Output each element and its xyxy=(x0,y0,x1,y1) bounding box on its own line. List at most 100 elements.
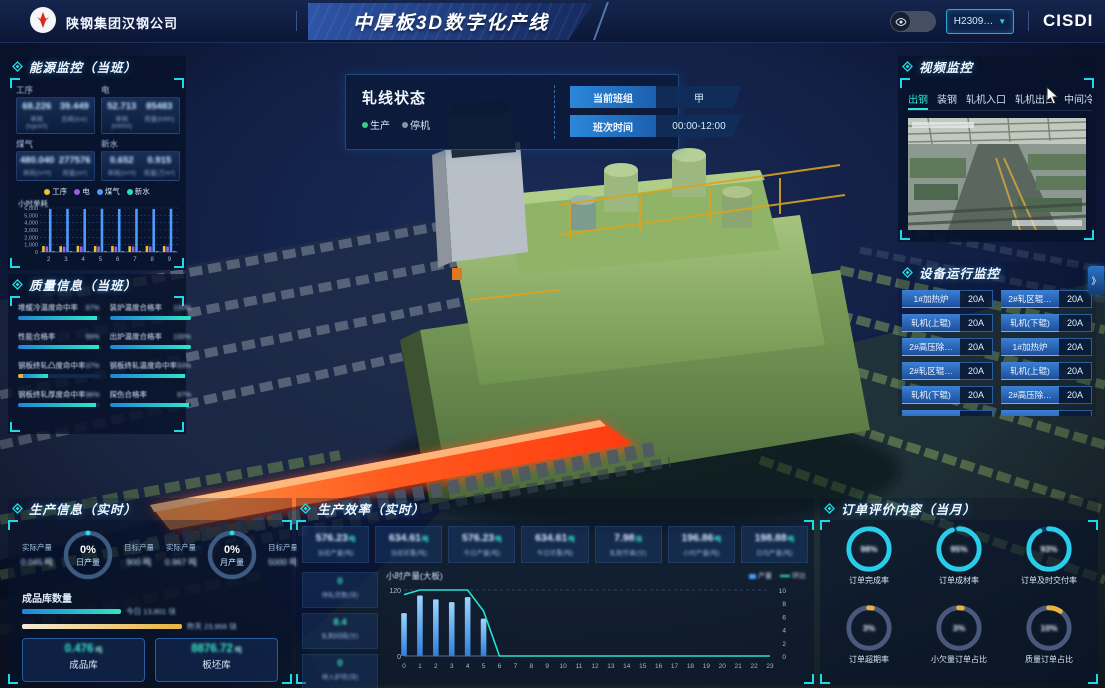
diamond-icon xyxy=(12,503,23,514)
metric-value: 52.713 xyxy=(105,101,139,112)
tile-number: 576.23 xyxy=(316,532,348,544)
svg-text:5: 5 xyxy=(482,663,486,670)
tile-value: 7.98块 xyxy=(597,532,660,544)
blue-square-icon xyxy=(749,574,756,579)
tile-unit: 吨 xyxy=(495,536,502,543)
legend-dot-icon xyxy=(74,189,80,195)
quadrant-name: 新水 xyxy=(101,138,180,150)
video-tab-3[interactable]: 轧机出口 xyxy=(1015,88,1055,110)
today-bar xyxy=(22,609,121,614)
quadrant-cell: 68.226单耗(kgce/t) xyxy=(20,101,54,130)
hourly-chart-legend: 产量 环比 xyxy=(749,571,806,581)
device-chip[interactable]: 轧机(上辊)20A xyxy=(1001,362,1092,380)
device-chip[interactable]: 2#轧区辊…20A xyxy=(902,362,993,380)
tile-label: 当班坯重(吨) xyxy=(377,547,440,557)
monthly-output-gauge: 实际产量0.967 吨 0% 月产量 目标产量5000 吨 xyxy=(160,528,304,582)
donut-value: 10% xyxy=(1006,623,1092,633)
device-chip[interactable]: 1#加热炉20A xyxy=(902,290,993,308)
device-chip-partial xyxy=(1001,410,1092,416)
legend-label: 电 xyxy=(82,186,90,197)
quality-metric-value: 97% xyxy=(86,305,100,312)
tile-unit: 吨 xyxy=(715,536,722,543)
device-chip[interactable]: 2#轧区辊…20A xyxy=(1001,290,1092,308)
svg-text:4: 4 xyxy=(81,257,85,263)
device-chip[interactable]: 2#高压除…20A xyxy=(902,338,993,356)
progress-fill xyxy=(110,403,189,407)
header-divider xyxy=(296,11,297,31)
device-panel-title: 设备运行监控 xyxy=(898,262,1096,282)
device-chip[interactable]: 2#高压除…20A xyxy=(1001,386,1092,404)
stock-bar-today: 今日 13,801 块 xyxy=(22,606,176,617)
donut-label: 小欠量订单占比 xyxy=(916,654,1002,665)
video-tab-0[interactable]: 出钢 xyxy=(908,88,928,110)
video-tab-4[interactable]: 中间冷 xyxy=(1064,88,1092,110)
tile-label: 待入炉坯(块) xyxy=(304,671,376,681)
donut-label: 订单完成率 xyxy=(826,575,912,586)
device-chip-grid: 1#加热炉20A 2#轧区辊…20A 轧机(上辊)20A 轧机(下辊)20A 2#高压除… xyxy=(902,290,1092,416)
quality-metric-label: 钢板终轧厚度命中率 xyxy=(18,389,86,400)
quality-metric-row: 装炉温度合格率100% xyxy=(110,302,192,313)
cctv-video-feed[interactable] xyxy=(908,118,1086,234)
device-chip-label: 2#高压除… xyxy=(1001,386,1059,404)
quality-metric-value: 93% xyxy=(177,363,191,370)
device-chip[interactable]: 轧机(下辊)20A xyxy=(1001,314,1092,332)
visibility-toggle[interactable] xyxy=(890,11,936,32)
tile-number: 196.86 xyxy=(681,532,713,544)
tile-value: 634.61吨 xyxy=(377,532,440,544)
panel-energy-monitor: 能源监控（当班） 工序68.226单耗(kgce/t)39.449总耗(tce)… xyxy=(8,56,186,270)
video-tab-2[interactable]: 轧机入口 xyxy=(966,88,1006,110)
production-gauges: 实际产量0.045 吨 0% 日产量 目标产量900 吨 实际产量0.967 吨… xyxy=(16,528,284,582)
orders-panel-title: 订单评价内容（当月） xyxy=(820,498,1098,518)
efficiency-tile: 198.88吨日均产量(吨) xyxy=(741,526,808,563)
efficiency-side-tile: 0 待入炉坯(块) xyxy=(302,654,378,688)
quality-metric: 探伤合格率97% xyxy=(110,389,192,407)
quadrant-name: 煤气 xyxy=(16,138,95,150)
svg-text:5: 5 xyxy=(99,257,103,263)
quadrant-card: 68.226单耗(kgce/t)39.449总耗(tce) xyxy=(16,97,95,134)
order-donut: 93%订单及时交付率 xyxy=(1006,524,1092,603)
video-tab-1[interactable]: 装钢 xyxy=(937,88,957,110)
today-bar-text: 今日 13,801 块 xyxy=(126,606,176,617)
svg-text:0: 0 xyxy=(397,654,401,661)
slab-stock-box: 8876.72吨 板坯库 xyxy=(155,638,278,682)
shift-team-badge: 当前班组甲 xyxy=(570,86,742,108)
progress-fill xyxy=(18,374,48,378)
quality-metric-value: 100% xyxy=(173,305,191,312)
quality-metric-label: 钢板终轧温度命中率 xyxy=(110,360,178,371)
svg-text:6,000: 6,000 xyxy=(24,206,38,212)
legend-output: 产量 xyxy=(749,571,772,581)
quality-metric: 钢板终轧厚度命中率96% xyxy=(18,389,100,407)
tile-number: 198.88 xyxy=(755,532,787,544)
efficiency-tile: 7.98块轧制节奏(分) xyxy=(595,526,662,563)
tile-unit: 吨 xyxy=(349,536,356,543)
device-chip[interactable]: 轧机(上辊)20A xyxy=(902,314,993,332)
heat-number-select[interactable]: H2309… ▼ xyxy=(946,9,1014,34)
metric-label: 用量(kWh) xyxy=(143,113,177,123)
device-chip-value: 20A xyxy=(1059,290,1092,308)
device-chip[interactable]: 轧机(下辊)20A xyxy=(902,386,993,404)
svg-text:2: 2 xyxy=(782,641,786,648)
legend-ratio: 环比 xyxy=(780,571,806,581)
panel-collapse-arrow[interactable]: 》 xyxy=(1088,266,1104,294)
chevron-down-icon: ▼ xyxy=(998,17,1006,26)
tile-value: 0 xyxy=(304,658,376,669)
title-slash-decor xyxy=(593,2,609,40)
energy-quadrant: 工序68.226单耗(kgce/t)39.449总耗(tce) xyxy=(16,84,95,134)
svg-text:20: 20 xyxy=(719,663,727,670)
svg-text:2: 2 xyxy=(434,663,438,670)
progress-fill xyxy=(110,345,192,349)
title-plate: 中厚板3D数字化产线 xyxy=(308,3,594,40)
stock-boxes: 0.476吨 成品库 8876.72吨 板坯库 xyxy=(22,638,278,682)
svg-text:1: 1 xyxy=(418,663,422,670)
svg-text:10: 10 xyxy=(779,588,787,595)
stock-bar-yesterday: 昨天 23,956 块 xyxy=(22,621,237,632)
svg-text:7: 7 xyxy=(514,663,518,670)
device-chip[interactable]: 1#加热炉20A xyxy=(1001,338,1092,356)
header-divider xyxy=(1028,11,1029,31)
tile-unit: 吨 xyxy=(422,536,429,543)
device-chip-label xyxy=(1001,410,1059,416)
metric-label: 单耗(kWh/t) xyxy=(105,113,139,130)
cyan-line-icon xyxy=(780,575,790,577)
svg-text:21: 21 xyxy=(735,663,743,670)
company-logo xyxy=(30,7,56,33)
